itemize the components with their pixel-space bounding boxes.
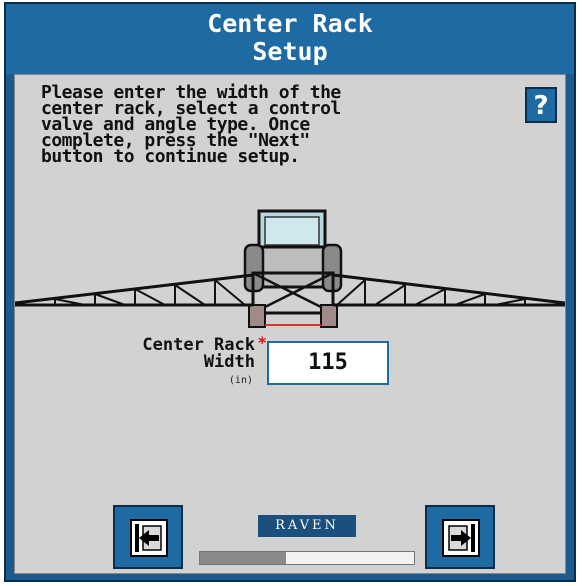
setup-screen: Center Rack Setup Please enter the width…	[4, 2, 576, 582]
width-unit-label: (in)	[228, 375, 253, 386]
sprayer-illustration	[15, 209, 565, 328]
content-panel: Please enter the width of the center rac…	[14, 74, 566, 574]
next-arrow-icon	[442, 519, 480, 557]
title-line-1: Center Rack	[207, 9, 373, 38]
raven-logo: RAVEN	[258, 515, 356, 537]
progress-fill	[200, 552, 286, 564]
title-line-2: Setup	[252, 37, 328, 66]
instructions-text: Please enter the width of the center rac…	[41, 82, 341, 167]
center-rack-width-label: Center Rack Width *	[75, 334, 267, 372]
back-button[interactable]	[113, 505, 183, 569]
required-marker: *	[257, 333, 267, 352]
setup-progress-bar	[199, 551, 415, 565]
width-label-line-2: Width	[203, 352, 255, 372]
question-icon: ?	[533, 91, 549, 121]
title-bar: Center Rack Setup	[6, 4, 574, 74]
next-button[interactable]	[425, 505, 495, 569]
center-rack-width-input[interactable]: 115	[267, 341, 389, 385]
back-arrow-icon	[130, 519, 168, 557]
help-button[interactable]: ?	[525, 87, 557, 123]
